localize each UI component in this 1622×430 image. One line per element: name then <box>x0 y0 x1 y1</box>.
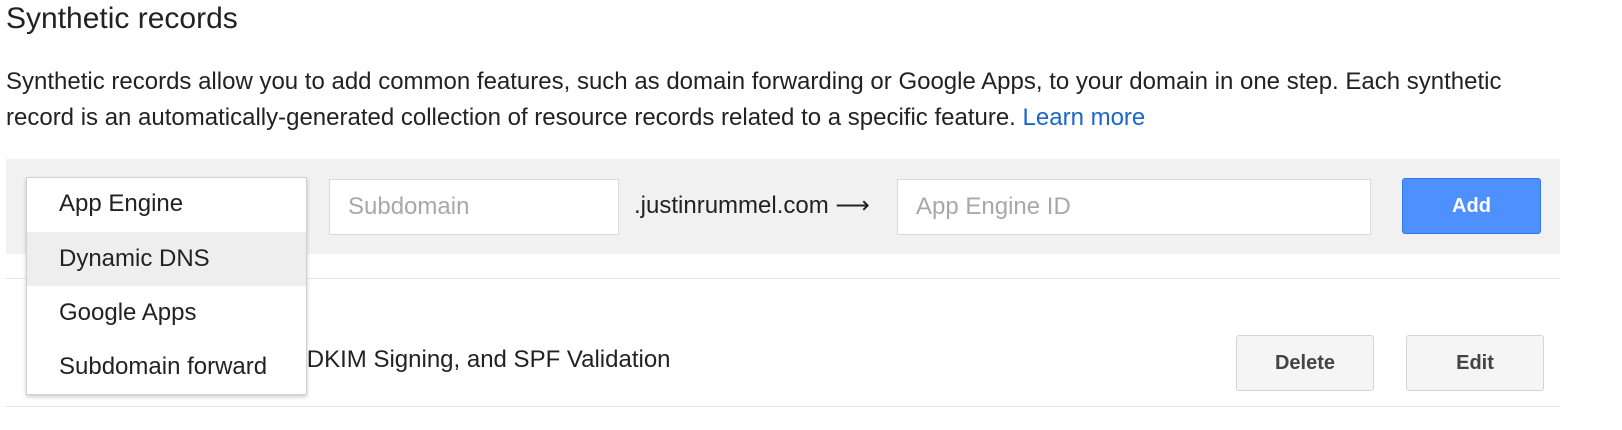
dropdown-item-google-apps[interactable]: Google Apps <box>27 286 306 340</box>
divider <box>6 406 1560 407</box>
add-button[interactable]: Add <box>1402 178 1541 234</box>
dropdown-item-app-engine[interactable]: App Engine <box>27 178 306 232</box>
dropdown-item-subdomain-forward[interactable]: Subdomain forward <box>27 340 306 394</box>
section-title: Synthetic records <box>6 2 238 35</box>
domain-suffix: .justinrummel.com ⟶ <box>634 192 870 219</box>
dropdown-item-dynamic-dns[interactable]: Dynamic DNS <box>27 232 306 286</box>
subdomain-input[interactable] <box>329 179 619 235</box>
section-description: Synthetic records allow you to add commo… <box>6 64 1566 136</box>
delete-button[interactable]: Delete <box>1236 335 1374 391</box>
record-type-dropdown-menu[interactable]: App Engine Dynamic DNS Google Apps Subdo… <box>26 177 307 395</box>
edit-button[interactable]: Edit <box>1406 335 1544 391</box>
app-engine-id-input[interactable] <box>897 179 1371 235</box>
description-text: Synthetic records allow you to add commo… <box>6 68 1502 131</box>
synthetic-records-page: Synthetic records Synthetic records allo… <box>0 0 1622 430</box>
learn-more-link[interactable]: Learn more <box>1023 104 1146 131</box>
